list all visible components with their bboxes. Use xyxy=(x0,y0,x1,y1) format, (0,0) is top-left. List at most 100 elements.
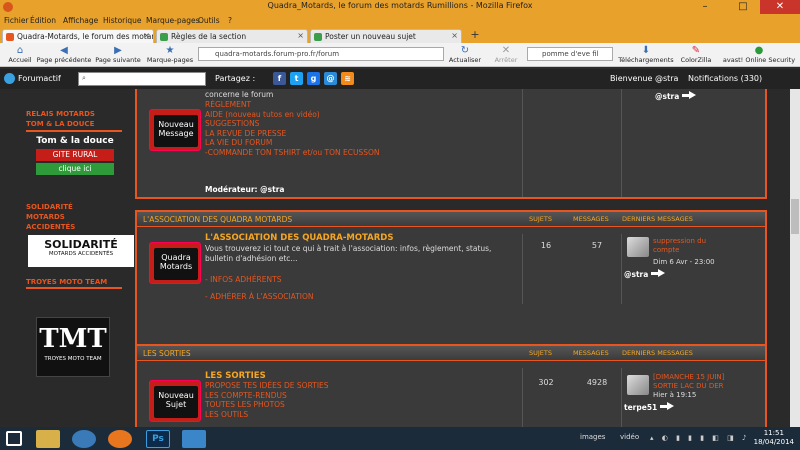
maximize-button[interactable]: □ xyxy=(730,0,756,14)
downloads-button[interactable]: ⬇ Téléchargements xyxy=(616,45,676,64)
reload-button[interactable]: ↻ Actualiser xyxy=(444,45,486,64)
icon-text: Motards xyxy=(159,262,193,271)
messages-count: 4928 xyxy=(586,378,608,387)
solidarite-banner[interactable]: SOLIDARITÉ MOTARDS ACCIDENTÉS xyxy=(28,235,134,267)
last-post-user[interactable]: @stra xyxy=(624,270,648,279)
user-avatar[interactable] xyxy=(627,237,649,257)
close-tab-icon[interactable]: × xyxy=(297,31,304,40)
subforum-infos[interactable]: - INFOS ADHÉRENTS xyxy=(205,275,281,285)
taskbar-images-label[interactable]: images xyxy=(580,433,605,441)
tab-bar: Quadra-Motards, le forum des motards ...… xyxy=(0,28,800,43)
go-to-last-post-icon[interactable] xyxy=(660,402,675,411)
menu-bookmarks[interactable]: Marque-pages xyxy=(146,16,200,25)
google-plus-icon[interactable]: g xyxy=(307,72,320,85)
category-header: L'ASSOCIATION DES QUADRA MOTARDS SUJETS … xyxy=(137,212,765,227)
forumactif-search-input[interactable]: ⌕ xyxy=(78,72,206,86)
minimize-button[interactable]: – xyxy=(692,0,718,14)
rss-icon[interactable]: ≋ xyxy=(341,72,354,85)
welcome-user[interactable]: Bienvenue @stra xyxy=(610,74,678,83)
file-explorer-icon[interactable] xyxy=(36,430,60,448)
moderator-label[interactable]: Modérateur: @stra xyxy=(205,185,284,194)
relais-banner-click[interactable]: clique ici xyxy=(36,163,114,175)
bookmarks-button[interactable]: ★ Marque-pages xyxy=(144,45,196,64)
subforum-adherer[interactable]: - ADHÉRER À L'ASSOCIATION xyxy=(205,292,314,302)
menu-file[interactable]: Fichier xyxy=(4,16,29,25)
eyedropper-icon: ✎ xyxy=(691,45,701,56)
colorzilla-button[interactable]: ✎ ColorZilla xyxy=(676,45,716,64)
last-post-author[interactable]: @stra xyxy=(655,90,697,101)
tab-poster[interactable]: Poster un nouveau sujet × xyxy=(310,29,462,43)
url-bar[interactable]: quadra-motards.forum-pro.fr/forum xyxy=(198,47,444,61)
icon-text: Nouveau xyxy=(158,120,194,129)
page-scrollbar[interactable] xyxy=(790,89,800,427)
menu-view[interactable]: Affichage xyxy=(63,16,98,25)
last-post-title[interactable]: [DIMANCHE 15 JUIN] SORTIE LAC DU DER xyxy=(653,373,749,390)
subforum-link[interactable]: SUGGESTIONS xyxy=(205,119,380,129)
tab-quadra-motards[interactable]: Quadra-Motards, le forum des motards ...… xyxy=(2,29,154,43)
forum-title[interactable]: LES SORTIES xyxy=(205,371,266,381)
back-button[interactable]: ◀ Page précédente xyxy=(36,45,92,64)
photoshop-icon[interactable]: Ps xyxy=(146,430,170,448)
last-post-user[interactable]: @stra xyxy=(655,92,679,101)
media-icon[interactable] xyxy=(72,430,96,448)
facebook-icon[interactable]: f xyxy=(273,72,286,85)
go-to-last-post-icon[interactable] xyxy=(682,91,697,100)
subforum-link[interactable]: LES OUTILS xyxy=(205,410,329,420)
category-title[interactable]: LES SORTIES xyxy=(143,349,191,358)
subforum-link[interactable]: -COMMANDE TON TSHIRT et/ou TON ECUSSON xyxy=(205,148,380,158)
subforum-link[interactable]: AIDE (nouveau tutos en vidéo) xyxy=(205,110,380,120)
new-tab-button[interactable]: + xyxy=(468,29,482,42)
clock[interactable]: 11:51 18/04/2014 xyxy=(754,429,794,447)
tab-regles[interactable]: Règles de la section × xyxy=(156,29,308,43)
home-label: Accueil xyxy=(8,56,32,64)
solidarite-logo: SOLIDARITÉ xyxy=(44,238,118,251)
category-title[interactable]: L'ASSOCIATION DES QUADRA MOTARDS xyxy=(143,215,292,224)
search-field[interactable]: pomme d'eve fil xyxy=(527,47,613,61)
menu-history[interactable]: Historique xyxy=(103,16,141,25)
last-post-user[interactable]: terpe51 xyxy=(624,403,657,412)
taskbar-video-label[interactable]: vidéo xyxy=(620,433,639,441)
subforum-link[interactable]: TOUTES LES PHOTOS xyxy=(205,400,329,410)
tmt-banner[interactable]: TMT TROYES MOTO TEAM xyxy=(36,317,110,377)
column-divider xyxy=(621,89,622,197)
go-to-last-post-icon[interactable] xyxy=(651,269,666,278)
subforum-link[interactable]: PROPOSE TES IDÉES DE SORTIES xyxy=(205,381,329,391)
subforum-link[interactable]: RÈGLEMENT xyxy=(205,100,380,110)
share-label: Partagez : xyxy=(215,74,256,83)
menu-tools[interactable]: Outils xyxy=(198,16,220,25)
avast-button[interactable]: ● avast! Online Security xyxy=(718,45,800,64)
forum-block-general: Nouveau Message concerne le forum RÈGLEME… xyxy=(135,89,767,199)
last-post-title[interactable]: suppression du compte xyxy=(653,237,733,254)
windows-start-icon[interactable] xyxy=(6,431,22,446)
forumactif-brand[interactable]: Forumactif xyxy=(18,74,61,83)
close-tab-icon[interactable]: × xyxy=(143,31,150,40)
relais-title-line1: RELAIS MOTARDS xyxy=(26,110,95,118)
relais-banner[interactable]: Tom & la douce GITE RURAL clique ici xyxy=(36,136,114,182)
menu-help[interactable]: ? xyxy=(228,16,232,25)
twitter-icon[interactable]: t xyxy=(290,72,303,85)
user-avatar[interactable] xyxy=(627,375,649,395)
scrollbar-thumb[interactable] xyxy=(791,199,799,234)
new-message-icon: Nouveau Message xyxy=(149,109,201,151)
menu-edit[interactable]: Édition xyxy=(30,16,56,25)
column-divider xyxy=(621,234,622,304)
notifications-link[interactable]: Notifications (330) xyxy=(688,74,762,83)
firefox-taskbar-icon[interactable] xyxy=(108,430,132,448)
forward-button[interactable]: ▶ Page suivante xyxy=(92,45,144,64)
messages-count: 57 xyxy=(591,241,603,250)
forum-title[interactable]: L'ASSOCIATION DES QUADRA-MOTARDS xyxy=(205,233,393,243)
close-button[interactable]: ✕ xyxy=(760,0,800,14)
last-post-author[interactable]: @stra xyxy=(624,268,666,279)
col-topics-header: SUJETS xyxy=(529,215,553,223)
email-icon[interactable]: @ xyxy=(324,72,337,85)
system-tray-icons[interactable]: ▴ ◐ ▮ ▮ ▮ ◧ ◨ ♪ xyxy=(650,434,760,443)
subforum-link[interactable]: LA VIE DU FORUM xyxy=(205,138,380,148)
time: 11:51 xyxy=(763,429,784,437)
home-button[interactable]: ⌂ Accueil xyxy=(0,45,40,64)
subforum-link[interactable]: LA REVUE DE PRESSE xyxy=(205,129,380,139)
close-tab-icon[interactable]: × xyxy=(451,31,458,40)
app-icon[interactable] xyxy=(182,430,206,448)
last-post-author[interactable]: terpe51 xyxy=(624,401,675,412)
stop-button[interactable]: ✕ Arrêter xyxy=(486,45,526,64)
subforum-link[interactable]: LES COMPTE-RENDUS xyxy=(205,391,329,401)
